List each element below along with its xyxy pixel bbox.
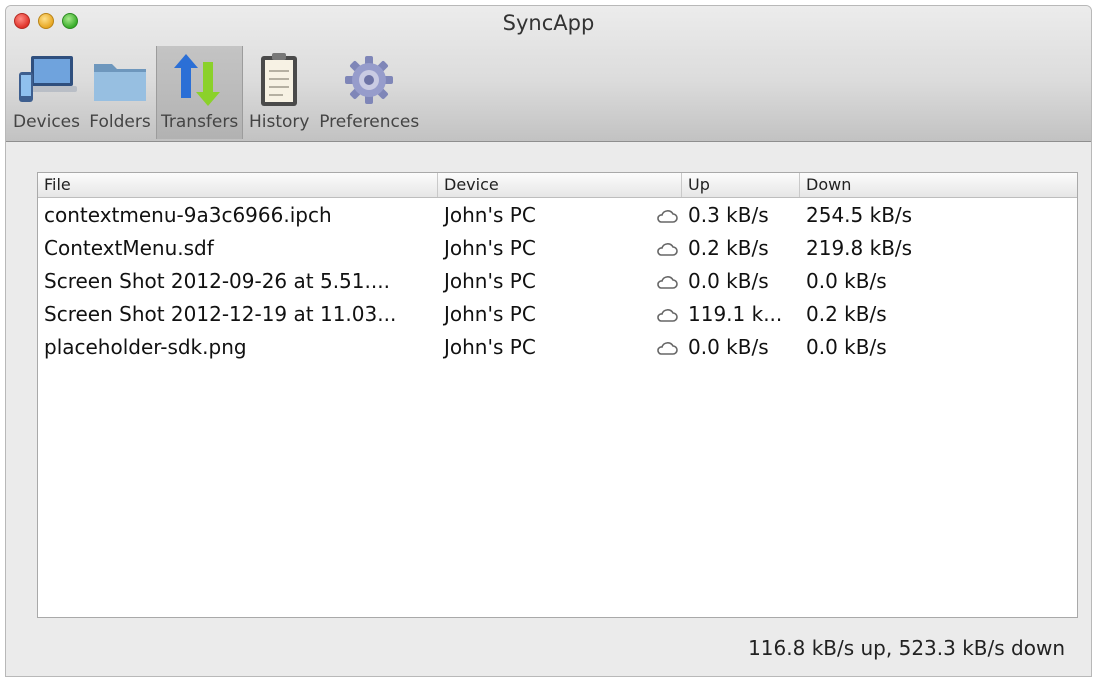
content-area: File Device Up Down contextmenu-9a3c6966… [6,142,1091,676]
download-rate: 254.5 kB/s [806,202,913,227]
syncapp-window: SyncApp Devices Folders Transfers Histor… [5,5,1092,677]
toolbar-item-history[interactable]: History [243,46,315,139]
table-row[interactable]: Screen Shot 2012-12-19 at 11.03... John'… [38,297,1077,330]
upload-rate: 0.0 kB/s [688,334,769,359]
device-name: John's PC [444,202,536,227]
table-row[interactable]: contextmenu-9a3c6966.ipch John's PC 0.3 … [38,198,1077,231]
toolbar-label-devices: Devices [13,112,80,132]
column-header-down[interactable]: Down [800,173,1077,197]
window-title: SyncApp [502,11,595,35]
device-name: John's PC [444,235,536,260]
table-header: File Device Up Down [38,173,1077,198]
cloud-icon [657,242,678,256]
toolbar-label-preferences: Preferences [319,112,420,132]
device-cell: John's PC [438,269,682,293]
toolbar-item-transfers[interactable]: Transfers [156,46,244,139]
table-row[interactable]: Screen Shot 2012-09-26 at 5.51.... John'… [38,264,1077,297]
download-rate: 0.0 kB/s [806,268,887,293]
transfers-table[interactable]: File Device Up Down contextmenu-9a3c6966… [37,172,1078,618]
upload-rate: 119.1 k... [688,301,783,326]
file-name: ContextMenu.sdf [44,235,214,260]
download-rate: 0.2 kB/s [806,301,887,326]
devices-icon [18,56,77,102]
clipboard-icon [261,53,298,106]
file-name: contextmenu-9a3c6966.ipch [44,202,332,227]
toolbar-item-preferences[interactable]: Preferences [315,46,423,139]
toolbar-label-folders: Folders [89,112,151,132]
transfer-status-text: 116.8 kB/s up, 523.3 kB/s down [748,636,1065,660]
titlebar: SyncApp Devices Folders Transfers Histor… [6,6,1091,142]
device-name: John's PC [444,334,536,359]
device-name: John's PC [444,268,536,293]
upload-rate: 0.3 kB/s [688,202,769,227]
toolbar-item-devices[interactable]: Devices [9,46,84,139]
download-rate: 219.8 kB/s [806,235,913,260]
column-header-file[interactable]: File [38,173,438,197]
toolbar-item-folders[interactable]: Folders [84,46,156,139]
cloud-icon [657,341,678,355]
cloud-icon [657,209,678,223]
device-cell: John's PC [438,302,682,326]
device-cell: John's PC [438,203,682,227]
table-row[interactable]: ContextMenu.sdf John's PC 0.2 kB/s 219.8… [38,231,1077,264]
toolbar-label-history: History [248,112,310,132]
toolbar: Devices Folders Transfers History Prefer… [9,46,423,139]
file-name: Screen Shot 2012-12-19 at 11.03... [44,301,397,326]
transfer-arrows-icon [173,54,220,106]
column-header-up[interactable]: Up [682,173,800,197]
device-cell: John's PC [438,335,682,359]
column-header-device[interactable]: Device [438,173,682,197]
toolbar-label-transfers: Transfers [161,112,239,132]
table-row[interactable]: placeholder-sdk.png John's PC 0.0 kB/s 0… [38,330,1077,363]
upload-rate: 0.0 kB/s [688,268,769,293]
cloud-icon [657,275,678,289]
device-cell: John's PC [438,236,682,260]
file-name: placeholder-sdk.png [44,334,247,359]
file-name: Screen Shot 2012-09-26 at 5.51.... [44,268,390,293]
folder-icon [94,64,146,101]
device-name: John's PC [444,301,536,326]
gear-icon [345,56,394,104]
cloud-icon [657,308,678,322]
download-rate: 0.0 kB/s [806,334,887,359]
upload-rate: 0.2 kB/s [688,235,769,260]
